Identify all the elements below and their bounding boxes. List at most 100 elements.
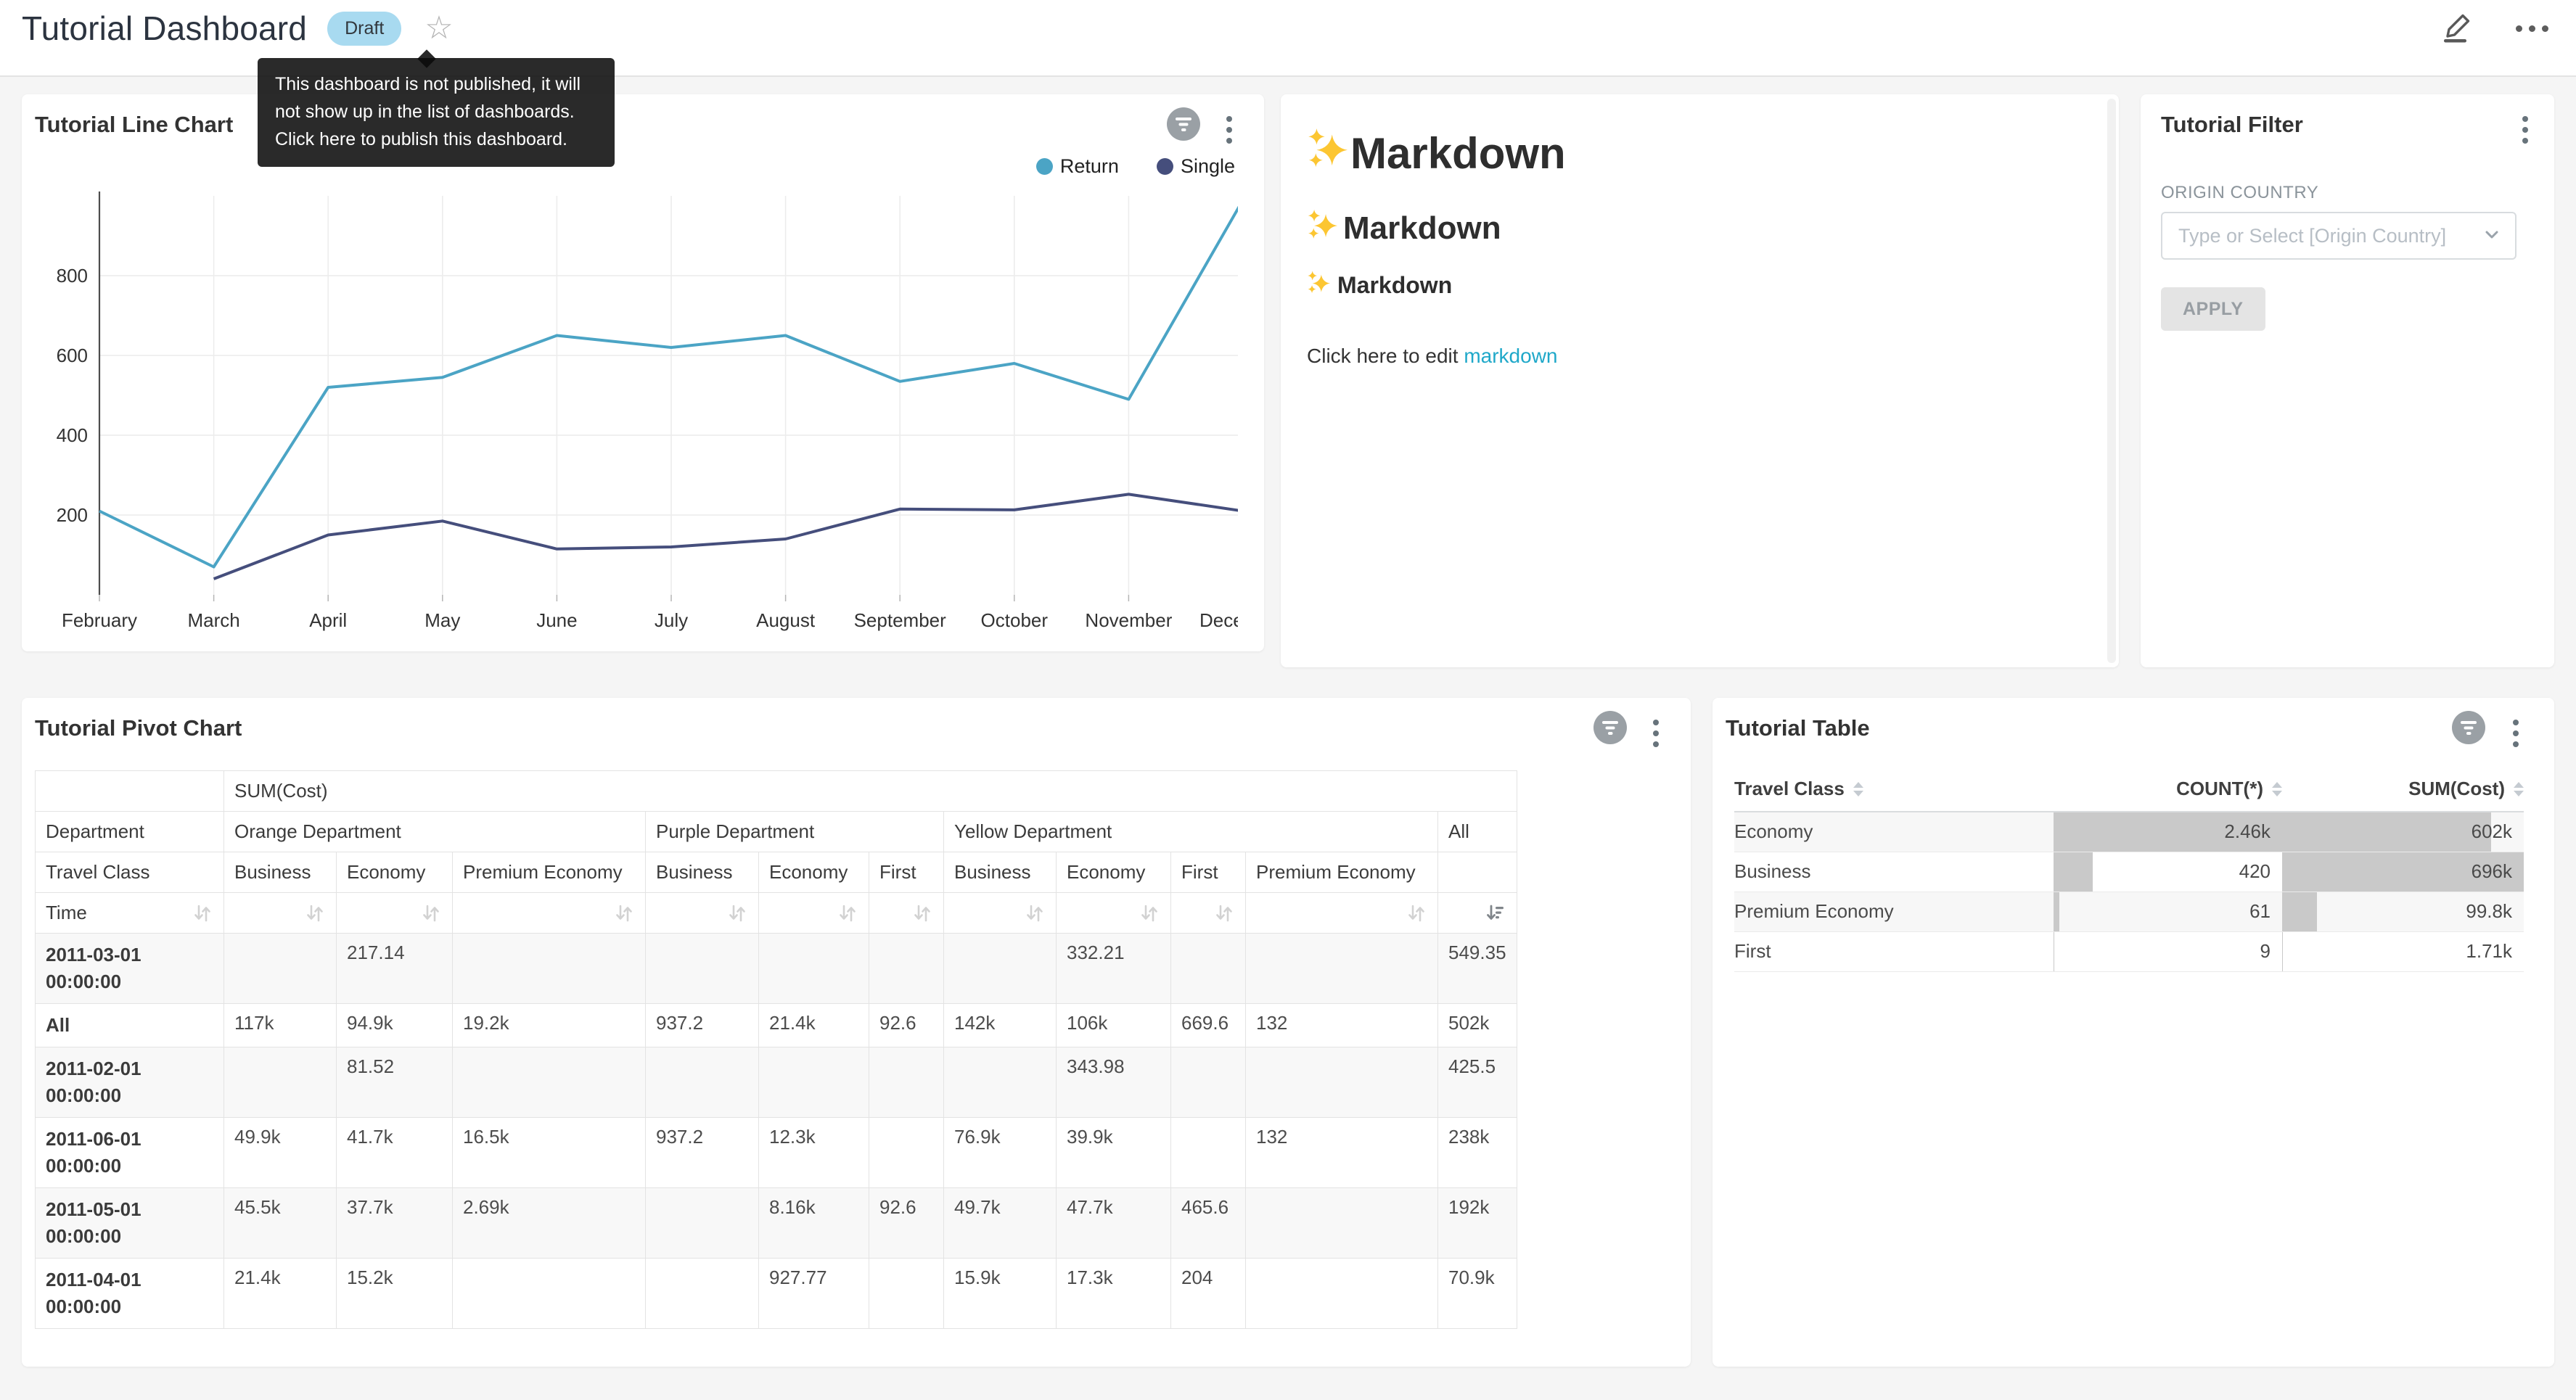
table-header-sum-cost-[interactable]: SUM(Cost): [2282, 767, 2524, 812]
chart-menu-icon[interactable]: [1650, 717, 1662, 750]
table-cell-sum: 1.71k: [2282, 931, 2524, 971]
pivot-dept-header: Orange Department: [224, 812, 646, 852]
sort-toggle-icon[interactable]: [420, 902, 442, 924]
pivot-sort-cell: [337, 893, 453, 934]
x-axis-label: February: [62, 609, 137, 631]
data-table: Travel ClassCOUNT(*)SUM(Cost)Economy2.46…: [1734, 767, 2524, 972]
pivot-cell: 132: [1246, 1118, 1438, 1188]
filter-title: Tutorial Filter: [2161, 112, 2303, 138]
x-axis-label: December: [1199, 609, 1238, 631]
x-axis-label: August: [756, 609, 816, 631]
pivot-row: 2011-02-0100:00:0081.52343.98425.5: [36, 1047, 1517, 1118]
tooltip-line: Click here to publish this dashboard.: [275, 125, 597, 153]
sort-toggle-icon[interactable]: [911, 902, 933, 924]
markdown-card: Markdown Markdown Markdown Click here to…: [1281, 94, 2119, 667]
pivot-sort-cell: [1057, 893, 1171, 934]
x-axis-label: October: [981, 609, 1049, 631]
pivot-cell: [1171, 1047, 1246, 1118]
sort-toggle-icon[interactable]: [1406, 902, 1427, 924]
pivot-sort-cell: [646, 893, 759, 934]
sort-toggle-icon[interactable]: [613, 902, 635, 924]
sort-toggle-icon[interactable]: [837, 902, 858, 924]
sort-caret-icon: [1853, 782, 1863, 796]
data-bar: [2282, 812, 2491, 852]
sort-toggle-icon[interactable]: [192, 902, 213, 924]
favorite-star-icon[interactable]: ☆: [424, 12, 453, 44]
cell-value: 420: [2239, 852, 2271, 892]
pivot-cell: [453, 1259, 646, 1329]
pivot-cell: [453, 934, 646, 1004]
pivot-cell: 937.2: [646, 1004, 759, 1047]
apply-button[interactable]: APPLY: [2161, 287, 2265, 331]
series-line-return: [99, 200, 1238, 567]
cell-value: 9: [2260, 932, 2271, 971]
table-cell-count: 2.46k: [2054, 812, 2282, 852]
edit-markdown-link[interactable]: markdown: [1464, 345, 1557, 367]
table-cell-travel-class: Business: [1734, 852, 2054, 892]
pivot-cell: [1246, 1047, 1438, 1118]
pivot-cell: 37.7k: [337, 1188, 453, 1259]
pivot-cell: 343.98: [1057, 1047, 1171, 1118]
pivot-cell: 39.9k: [1057, 1118, 1171, 1188]
table-cell-sum: 99.8k: [2282, 892, 2524, 931]
sort-toggle-icon[interactable]: [1139, 902, 1160, 924]
pivot-cell: 332.21: [1057, 934, 1171, 1004]
filter-field-label: ORIGIN COUNTRY: [2161, 183, 2318, 203]
pivot-cell: [1246, 934, 1438, 1004]
line-chart-card: Tutorial Line Chart Return Single Februa…: [22, 94, 1264, 651]
draft-badge[interactable]: Draft: [327, 12, 401, 46]
sort-caret-icon: [2272, 782, 2282, 796]
x-axis-label: April: [309, 609, 347, 631]
pivot-cell: [869, 1047, 944, 1118]
pivot-cell: [1246, 1259, 1438, 1329]
sort-desc-active-icon[interactable]: [1485, 902, 1506, 924]
pivot-class-header: Economy: [759, 852, 869, 893]
chart-menu-icon[interactable]: [2510, 717, 2522, 750]
pivot-class-header: Business: [224, 852, 337, 893]
scrollbar-track[interactable]: [2107, 99, 2116, 663]
y-axis-label: 600: [57, 345, 88, 366]
table-cell-travel-class: Premium Economy: [1734, 892, 2054, 931]
pivot-row: 2011-06-0100:00:0049.9k41.7k16.5k937.212…: [36, 1118, 1517, 1188]
select-placeholder: Type or Select [Origin Country]: [2162, 225, 2483, 247]
pivot-cell: 12.3k: [759, 1118, 869, 1188]
edit-dashboard-icon[interactable]: [2440, 10, 2474, 47]
filter-menu-icon[interactable]: [2519, 113, 2531, 147]
sort-toggle-icon[interactable]: [1213, 902, 1235, 924]
filter-scope-icon[interactable]: [1593, 711, 1627, 744]
x-axis-label: July: [655, 609, 688, 631]
table-header-travel-class[interactable]: Travel Class: [1734, 767, 2054, 812]
dashboard-menu-icon[interactable]: [2514, 18, 2550, 39]
pivot-cell: 45.5k: [224, 1188, 337, 1259]
sort-toggle-icon[interactable]: [304, 902, 326, 924]
cell-value: 61: [2249, 892, 2271, 931]
pivot-row-header: 2011-03-0100:00:00: [36, 934, 224, 1004]
pivot-cell: 425.5: [1438, 1047, 1517, 1118]
pivot-cell: 8.16k: [759, 1188, 869, 1259]
sparkles-icon: [1307, 209, 1337, 247]
markdown-h1: Markdown: [1307, 128, 2075, 178]
markdown-paragraph: Click here to edit markdown: [1307, 345, 2075, 368]
pivot-chart-card: Tutorial Pivot Chart SUM(Cost)Department…: [22, 698, 1691, 1367]
pivot-dept-header: Purple Department: [646, 812, 944, 852]
origin-country-select[interactable]: Type or Select [Origin Country]: [2161, 212, 2516, 260]
table-cell-count: 61: [2054, 892, 2282, 931]
pivot-cell: 92.6: [869, 1004, 944, 1047]
pivot-cell: [646, 1047, 759, 1118]
table-cell-travel-class: First: [1734, 931, 2054, 971]
data-bar: [2054, 852, 2093, 892]
tooltip-line: not show up in the list of dashboards.: [275, 98, 597, 125]
pivot-cell: 49.9k: [224, 1118, 337, 1188]
filter-scope-icon[interactable]: [2452, 711, 2485, 744]
pivot-cell: 76.9k: [944, 1118, 1057, 1188]
sort-toggle-icon[interactable]: [726, 902, 748, 924]
sort-toggle-icon[interactable]: [1024, 902, 1046, 924]
pivot-cell: 549.35: [1438, 934, 1517, 1004]
pivot-cell: 15.9k: [944, 1259, 1057, 1329]
pivot-sort-cell: [944, 893, 1057, 934]
sparkles-icon: [1307, 128, 1348, 178]
pivot-cell: [1171, 1118, 1246, 1188]
pivot-cell: 217.14: [337, 934, 453, 1004]
table-header-count-[interactable]: COUNT(*): [2054, 767, 2282, 812]
pivot-row-header: 2011-06-0100:00:00: [36, 1118, 224, 1188]
